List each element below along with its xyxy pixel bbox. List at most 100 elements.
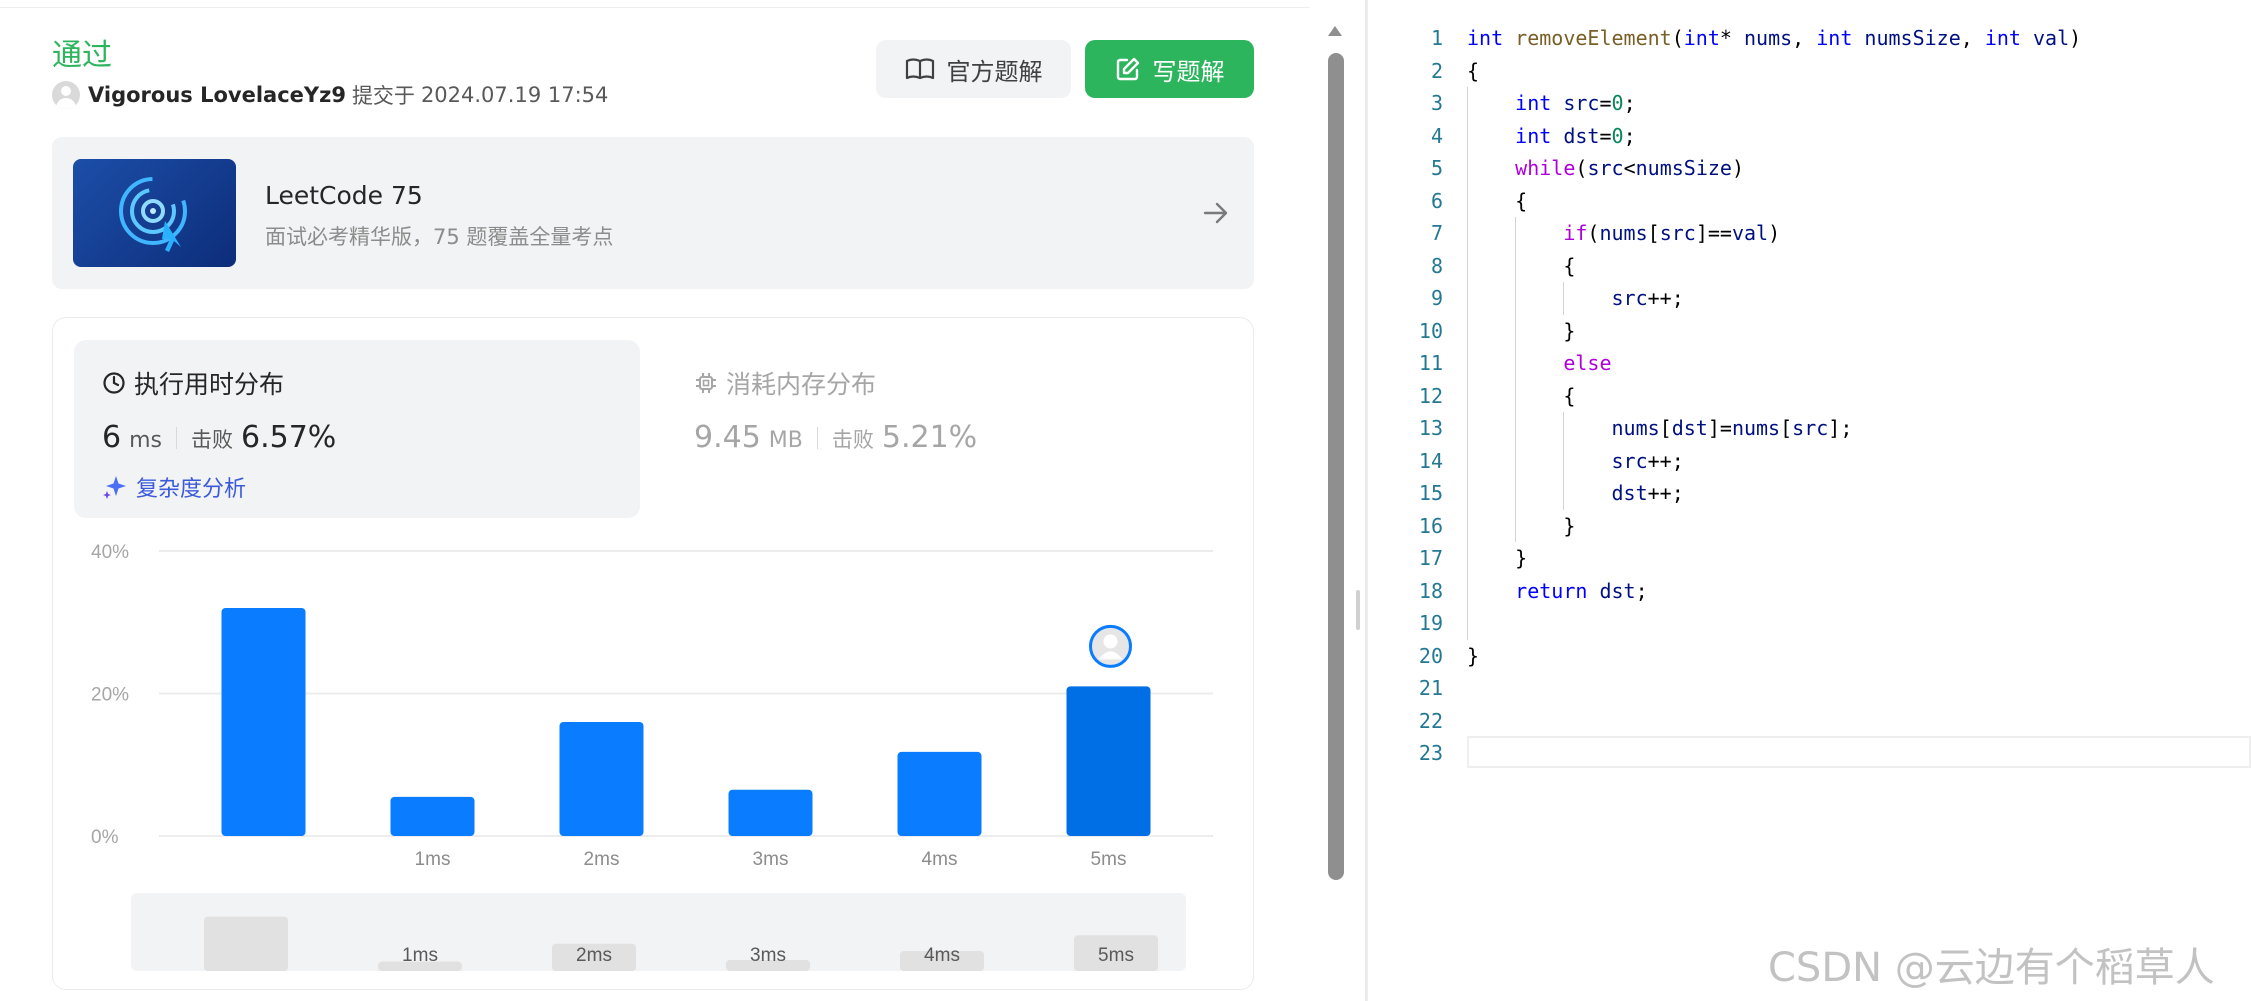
code-line[interactable]: 21 <box>1368 672 2251 704</box>
navigator-bar <box>204 916 288 971</box>
leetcode75-card[interactable]: LeetCode 75 面试必考精华版，75 题覆盖全量考点 <box>52 137 1254 289</box>
line-code: src++; <box>1611 286 1684 310</box>
line-code: { <box>1467 58 1480 83</box>
runtime-metric: 6 ms 击败 6.57% <box>102 420 336 455</box>
line-code: while(src<numsSize) <box>1515 156 1744 180</box>
line-code: int removeElement(int* nums, int numsSiz… <box>1467 26 2082 50</box>
code-line[interactable]: 17 } <box>1368 542 2251 574</box>
scrollbar-thumb[interactable] <box>1328 53 1344 880</box>
code-line[interactable]: 8 { <box>1368 250 2251 282</box>
panel-resize-handle[interactable] <box>1356 590 1360 630</box>
code-line[interactable]: 7 if(nums[src]==val) <box>1368 217 2251 249</box>
code-line[interactable]: 15 dst++; <box>1368 477 2251 509</box>
sparkle-icon <box>103 476 126 499</box>
submission-panel: 通过 Vigorous LovelaceYz9 提交于 2024.07.19 1… <box>0 0 1344 1001</box>
leetcode75-logo <box>73 159 236 267</box>
bar <box>1066 686 1151 836</box>
code-editor[interactable]: 1 int removeElement(int* nums, int numsSi… <box>1368 0 2251 1001</box>
navigator-preview: 1ms 2ms 3ms 4ms 5ms <box>204 916 1158 971</box>
official-solution-button[interactable]: 官方题解 <box>876 40 1071 98</box>
line-number: 11 <box>1418 351 1443 375</box>
bar <box>221 608 306 836</box>
memory-beat-label: 击败 <box>831 428 874 452</box>
write-solution-button[interactable]: 写题解 <box>1085 40 1254 98</box>
memory-beat-value: 5.21% <box>881 420 978 455</box>
line-number: 9 <box>1430 286 1443 310</box>
code-line[interactable]: 1 int removeElement(int* nums, int numsSi… <box>1368 22 2251 54</box>
code-line[interactable]: 2{ <box>1368 55 2251 87</box>
memory-unit: MB <box>768 428 803 453</box>
indent-guide <box>1467 87 1468 640</box>
code-line[interactable]: 4 int dst=0; <box>1368 120 2251 152</box>
line-number: 12 <box>1418 383 1443 408</box>
line-number: 17 <box>1418 546 1443 570</box>
book-icon <box>905 58 934 80</box>
code-line[interactable]: 18 return dst; <box>1368 575 2251 607</box>
x-tick-label: 1ms <box>415 849 451 870</box>
runtime-title-text: 执行用时分布 <box>134 370 285 399</box>
edit-icon <box>1116 57 1139 81</box>
code-line[interactable]: 22 <box>1368 705 2251 737</box>
metric-separator <box>816 426 818 449</box>
complexity-analysis-label: 复杂度分析 <box>136 477 247 502</box>
line-code: else <box>1563 351 1612 375</box>
code-line[interactable]: 16 } <box>1368 510 2251 542</box>
submitted-label: 提交于 <box>351 84 415 108</box>
line-number: 5 <box>1430 156 1443 180</box>
scroll-up-arrow-icon[interactable] <box>1327 24 1343 38</box>
code-line[interactable]: 20} <box>1368 640 2251 672</box>
y-tick-label: 40% <box>91 542 129 563</box>
chart-range-navigator[interactable]: 1ms 2ms 3ms 4ms 5ms <box>131 893 1186 971</box>
line-code: if(nums[src]==val) <box>1563 221 1781 245</box>
line-code: } <box>1467 546 1528 570</box>
metric-separator <box>176 426 177 449</box>
code-line[interactable]: 3 int src=0; <box>1368 87 2251 119</box>
line-code: } <box>1467 513 1576 538</box>
line-number: 14 <box>1418 448 1443 473</box>
line-number: 7 <box>1430 221 1443 245</box>
memory-tab[interactable]: 消耗内存分布 9.45 MB 击败 5.21% <box>664 340 1230 518</box>
code-line[interactable]: 10 } <box>1368 315 2251 347</box>
line-number: 23 <box>1418 741 1443 765</box>
indent-guide <box>1515 217 1517 542</box>
x-tick-label: 3ms <box>753 849 789 870</box>
line-code: dst++; <box>1611 481 1684 505</box>
user-avatar-icon[interactable] <box>52 81 80 109</box>
bar <box>897 751 982 836</box>
memory-metric: 9.45 MB 击败 5.21% <box>694 420 977 455</box>
leetcode75-title: LeetCode 75 <box>265 181 423 210</box>
leetcode75-subtitle: 面试必考精华版，75 题覆盖全量考点 <box>265 225 614 249</box>
runtime-title: 执行用时分布 <box>102 365 284 401</box>
watermark: CSDN @云边有个稻草人 <box>1768 945 2215 991</box>
code-line[interactable]: 5 while(src<numsSize) <box>1368 152 2251 184</box>
avatar-head <box>1103 634 1118 649</box>
code-line[interactable]: 14 src++; <box>1368 445 2251 477</box>
runtime-tab[interactable]: 执行用时分布 6 ms 击败 6.57% 复杂度分析 <box>74 340 640 518</box>
code-line[interactable]: 23 <box>1368 737 2251 769</box>
line-number: 15 <box>1418 481 1443 505</box>
code-line[interactable]: 9 src++; <box>1368 282 2251 314</box>
code-line[interactable]: 19 <box>1368 607 2251 639</box>
navigator-label: 5ms <box>1098 945 1134 966</box>
code-line[interactable]: 11 else <box>1368 347 2251 379</box>
line-number: 22 <box>1418 708 1443 733</box>
line-code: } <box>1467 643 1480 668</box>
line-number: 16 <box>1418 513 1443 538</box>
line-code: { <box>1467 253 1576 278</box>
line-code: { <box>1467 383 1576 408</box>
line-number: 18 <box>1418 578 1443 603</box>
indent-guide <box>1563 412 1565 510</box>
line-number: 3 <box>1430 91 1443 115</box>
performance-card: 执行用时分布 6 ms 击败 6.57% 复杂度分析 消耗内存分布 9.45 M… <box>52 317 1254 990</box>
runtime-distribution-chart: 0% 20% 40% 1ms 2ms 3ms 4ms 5ms <box>91 542 1213 870</box>
complexity-analysis-link[interactable]: 复杂度分析 <box>102 471 246 503</box>
line-number: 6 <box>1430 188 1443 213</box>
submitter-name[interactable]: Vigorous LovelaceYz9 <box>88 83 346 107</box>
line-code: { <box>1467 188 1528 213</box>
code-line[interactable]: 13 nums[dst]=nums[src]; <box>1368 412 2251 444</box>
line-code: } <box>1467 318 1576 343</box>
line-number: 10 <box>1418 318 1443 343</box>
y-tick-label: 0% <box>91 827 119 848</box>
code-line[interactable]: 6 { <box>1368 185 2251 217</box>
code-line[interactable]: 12 { <box>1368 380 2251 412</box>
